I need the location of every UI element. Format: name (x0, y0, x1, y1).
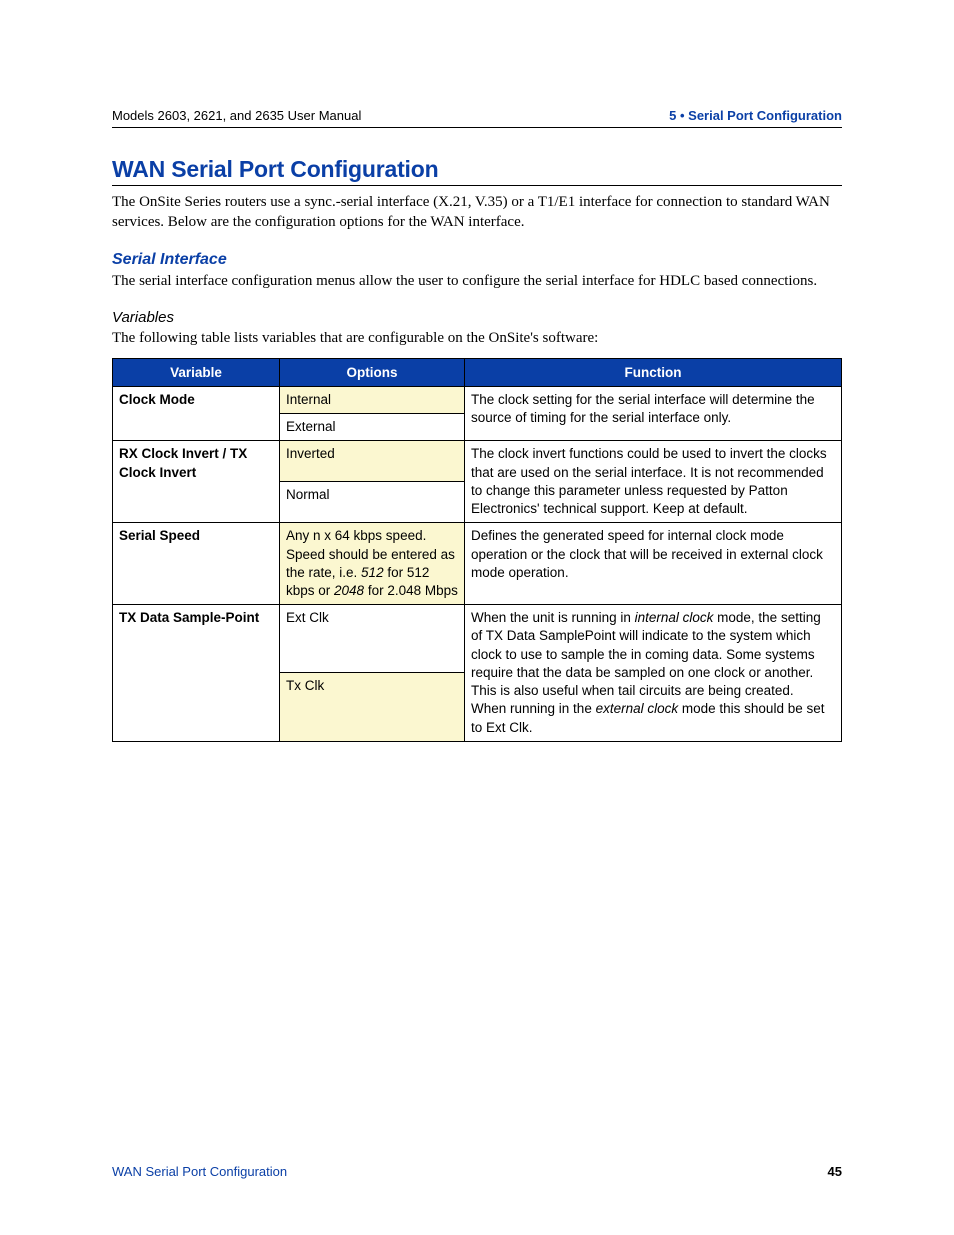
header-rule (112, 127, 842, 128)
section-title: WAN Serial Port Configuration (112, 156, 842, 183)
footer-left: WAN Serial Port Configuration (112, 1164, 287, 1179)
opt-normal: Normal (280, 482, 465, 523)
var-clock-invert: RX Clock Invert / TX Clock Invert (113, 441, 280, 523)
header-left: Models 2603, 2621, and 2635 User Manual (112, 108, 361, 123)
variables-table: Variable Options Function Clock Mode Int… (112, 358, 842, 742)
table-row: RX Clock Invert / TX Clock Invert Invert… (113, 441, 842, 482)
serial-interface-paragraph: The serial interface configuration menus… (112, 271, 842, 291)
fn-tx-samplepoint: When the unit is running in internal clo… (465, 605, 842, 742)
table-row: Clock Mode Internal The clock setting fo… (113, 387, 842, 414)
th-variable: Variable (113, 359, 280, 387)
opt-ext-clk: Ext Clk (280, 605, 465, 673)
table-row: TX Data Sample-Point Ext Clk When the un… (113, 605, 842, 673)
var-tx-samplepoint: TX Data Sample-Point (113, 605, 280, 742)
variables-heading: Variables (112, 309, 842, 326)
page-footer: WAN Serial Port Configuration 45 (112, 1164, 842, 1179)
th-options: Options (280, 359, 465, 387)
title-rule (112, 185, 842, 186)
fn-clock-invert: The clock invert functions could be used… (465, 441, 842, 523)
opt-external: External (280, 414, 465, 441)
page-header: Models 2603, 2621, and 2635 User Manual … (112, 108, 842, 123)
page-number: 45 (828, 1164, 842, 1179)
header-right: 5 • Serial Port Configuration (669, 108, 842, 123)
fn-serial-speed: Defines the generated speed for internal… (465, 523, 842, 605)
opt-serial-speed: Any n x 64 kbps speed. Speed should be e… (280, 523, 465, 605)
fn-clock-mode: The clock setting for the serial interfa… (465, 387, 842, 441)
var-serial-speed: Serial Speed (113, 523, 280, 605)
variables-intro: The following table lists variables that… (112, 328, 842, 348)
opt-inverted: Inverted (280, 441, 465, 482)
th-function: Function (465, 359, 842, 387)
opt-tx-clk: Tx Clk (280, 673, 465, 741)
serial-interface-heading: Serial Interface (112, 251, 842, 269)
var-clock-mode: Clock Mode (113, 387, 280, 441)
intro-paragraph: The OnSite Series routers use a sync.-se… (112, 192, 842, 233)
table-row: Serial Speed Any n x 64 kbps speed. Spee… (113, 523, 842, 605)
opt-internal: Internal (280, 387, 465, 414)
